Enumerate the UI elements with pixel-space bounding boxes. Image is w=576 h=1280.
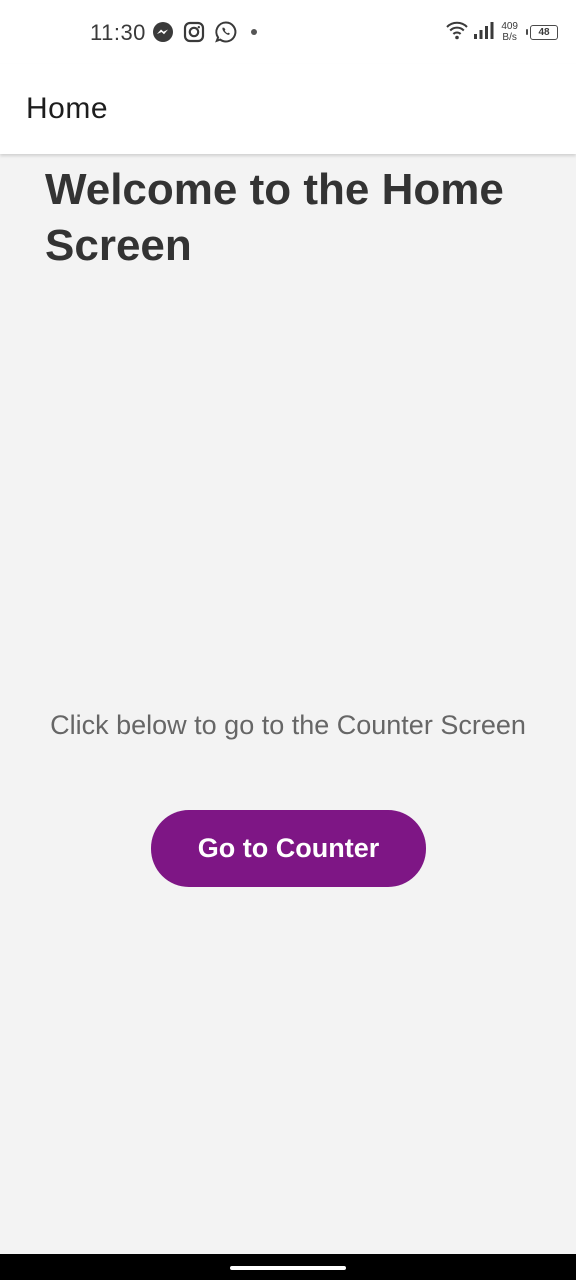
notification-icons [152, 20, 261, 44]
page-title: Welcome to the Home Screen [45, 165, 504, 270]
instruction-text: Click below to go to the Counter Screen [50, 710, 526, 740]
messenger-icon [152, 21, 174, 43]
wifi-icon [445, 19, 469, 46]
home-indicator[interactable] [230, 1266, 346, 1270]
screen: 11:30 409 B/s 48 Home Welcome to the Hom… [0, 0, 576, 1280]
battery-icon: 48 [526, 24, 558, 40]
network-speed-value: 409 [501, 21, 518, 32]
status-indicators: 409 B/s 48 [445, 18, 558, 46]
signal-icon [473, 20, 495, 45]
app-bar-title: Home [26, 92, 109, 125]
navigation-bar [0, 1254, 576, 1280]
network-speed-unit: B/s [502, 32, 517, 43]
network-speed: 409 B/s [501, 21, 518, 43]
whatsapp-icon [214, 20, 238, 44]
battery-level: 48 [538, 26, 550, 38]
app-bar: Home [0, 64, 576, 154]
dot-icon [247, 25, 261, 39]
instagram-icon [183, 21, 205, 43]
go-to-counter-button[interactable]: Go to Counter [151, 810, 426, 887]
status-bar: 11:30 409 B/s 48 [0, 0, 576, 64]
status-time: 11:30 [90, 20, 146, 45]
